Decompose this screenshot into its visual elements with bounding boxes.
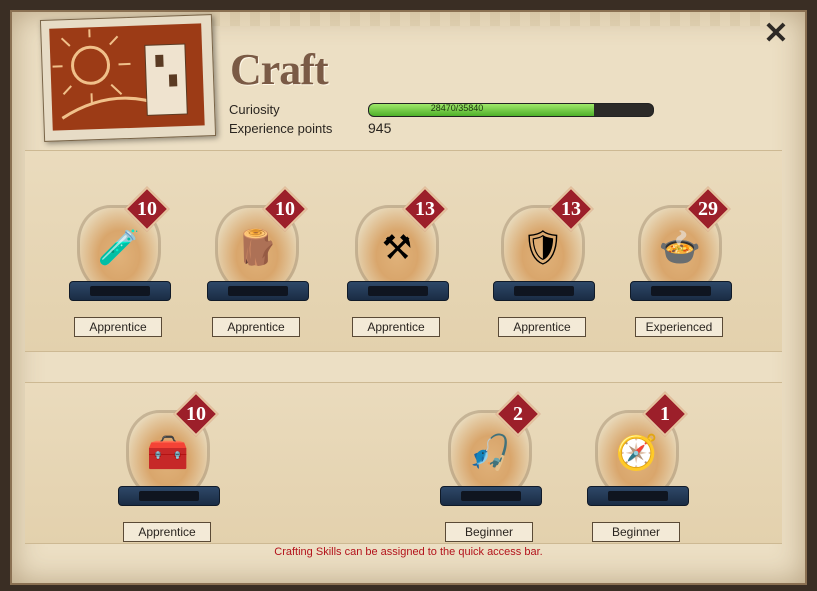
skill-potion[interactable]: 🧪 10 Apprentice <box>69 186 171 355</box>
skill-banner <box>69 281 171 301</box>
anvil-icon[interactable]: ⚒ <box>372 223 422 273</box>
armor-icon[interactable]: 🛡 <box>518 223 568 273</box>
experience-value: 945 <box>368 120 392 136</box>
skill-rank: Apprentice <box>74 317 162 337</box>
skill-compass[interactable]: 🧭 1 Beginner <box>587 391 689 560</box>
close-icon[interactable]: ✕ <box>762 19 790 49</box>
skill-rank: Beginner <box>592 522 680 542</box>
skill-rank: Apprentice <box>498 317 586 337</box>
skill-rank: Apprentice <box>123 522 211 542</box>
skill-level: 10 <box>275 198 295 220</box>
food-dish-icon[interactable]: 🍲 <box>655 223 705 273</box>
skill-rank: Experienced <box>635 317 723 337</box>
skill-fishing-rod[interactable]: 🎣 2 Beginner <box>440 391 542 560</box>
treasure-chest-icon[interactable]: 🧰 <box>143 428 193 478</box>
skill-level: 13 <box>415 198 435 220</box>
skill-lumber[interactable]: 🪵 10 Apprentice <box>207 186 309 355</box>
skill-level: 10 <box>186 403 206 425</box>
skill-food-dish[interactable]: 🍲 29 Experienced <box>630 186 732 355</box>
curiosity-progress-bar: 28470/35840 <box>368 103 654 117</box>
skill-banner <box>207 281 309 301</box>
skill-treasure-chest[interactable]: 🧰 10 Apprentice <box>118 391 220 560</box>
skill-level: 13 <box>561 198 581 220</box>
skill-banner <box>347 281 449 301</box>
compass-icon[interactable]: 🧭 <box>612 428 662 478</box>
skill-level: 1 <box>660 403 670 425</box>
skill-banner <box>630 281 732 301</box>
skill-banner <box>587 486 689 506</box>
skill-banner <box>440 486 542 506</box>
fishing-rod-icon[interactable]: 🎣 <box>465 428 515 478</box>
potion-icon[interactable]: 🧪 <box>94 223 144 273</box>
skill-rank: Apprentice <box>352 317 440 337</box>
skill-banner <box>493 281 595 301</box>
skill-rank: Apprentice <box>212 317 300 337</box>
curiosity-progress-text: 28470/35840 <box>430 103 484 113</box>
page-title: Craft <box>230 45 329 94</box>
skill-rank: Beginner <box>445 522 533 542</box>
skill-armor[interactable]: 🛡 13 Apprentice <box>493 186 595 355</box>
sun-emblem-icon <box>52 29 188 120</box>
skill-level: 2 <box>513 403 523 425</box>
skill-banner <box>118 486 220 506</box>
curiosity-label: Curiosity <box>229 102 280 117</box>
lumber-icon[interactable]: 🪵 <box>232 223 282 273</box>
skill-level: 29 <box>698 198 718 220</box>
experience-label: Experience points <box>229 121 333 136</box>
craft-emblem <box>39 14 217 142</box>
footer-note: Crafting Skills can be assigned to the q… <box>274 546 543 558</box>
skill-anvil[interactable]: ⚒ 13 Apprentice <box>347 186 449 355</box>
skill-level: 10 <box>137 198 157 220</box>
decorative-border <box>210 12 770 26</box>
